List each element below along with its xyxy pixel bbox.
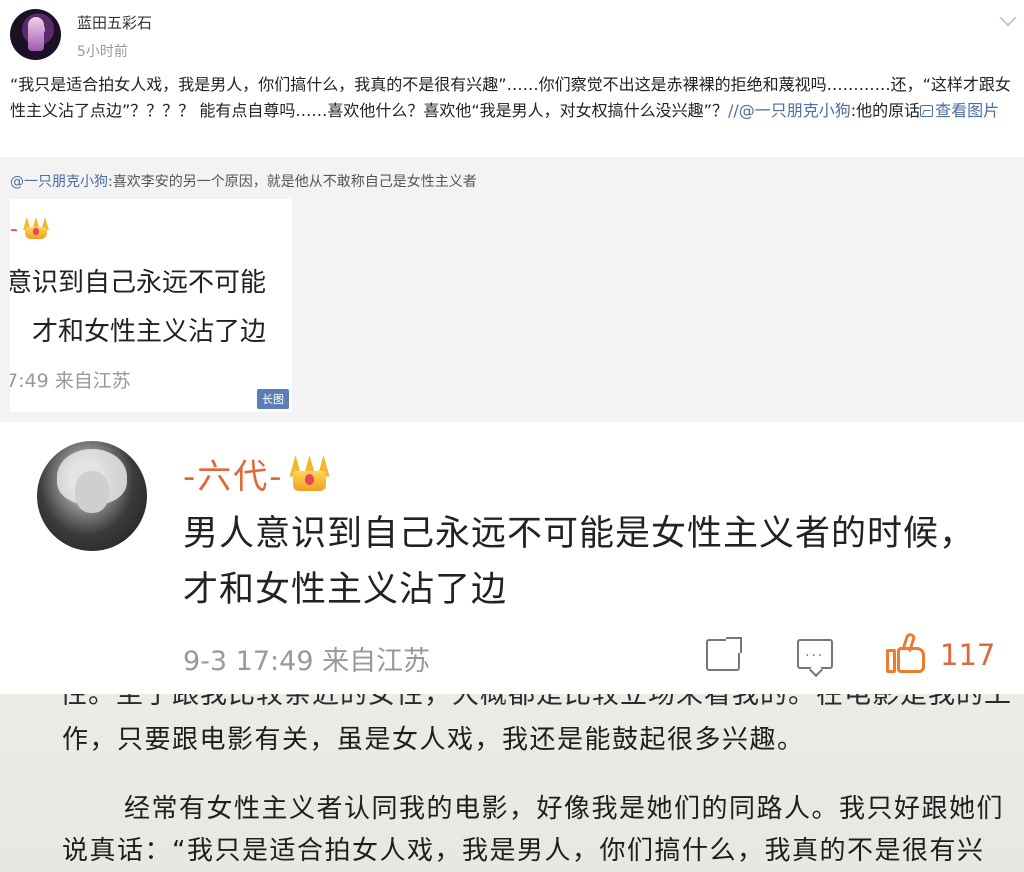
mention-link[interactable]: //@一只朋克小狗: [728, 101, 851, 120]
share-icon[interactable]: [706, 637, 742, 671]
crown-icon: [289, 455, 330, 491]
commenter-avatar[interactable]: [37, 441, 147, 551]
chevron-down-icon[interactable]: [999, 9, 1017, 27]
long-image-badge: 长图: [257, 389, 289, 409]
post-body: “我只是适合拍女人戏，我是男人，你们搞什么，我真的不是很有兴趣”……你们察觉不出…: [10, 72, 1015, 124]
repost-block[interactable]: @一只朋克小狗:喜欢李安的另一个原因，就是他从不敢称自己是女性主义者 - 意识到…: [0, 157, 1024, 422]
long-image-username: -: [10, 217, 49, 242]
view-image-label: 查看图片: [935, 101, 1000, 120]
book-line: 性。至于跟我比较亲近的女性，大概都是比较立场来看我的。在电影是我的工: [60, 694, 1012, 710]
post-text-tail: :他的原话: [850, 101, 921, 120]
comment-text: 男人意识到自己永远不可能是女性主义者的时候，才和女性主义沾了边: [183, 514, 976, 610]
comment-meta: 9-3 17:49 来自江苏: [183, 646, 431, 677]
user-avatar[interactable]: [10, 9, 61, 60]
comment-icon[interactable]: ···: [797, 639, 833, 669]
book-line: 作，只要跟电影有关，虽是女人戏，我还是能鼓起很多兴趣。: [62, 725, 805, 755]
weibo-post: 蓝田五彩石 5小时前 “我只是适合拍女人戏，我是男人，你们搞什么，我真的不是很有…: [0, 0, 1024, 157]
username[interactable]: 蓝田五彩石: [77, 12, 152, 33]
picture-icon: [920, 105, 934, 117]
long-image-line: 才和女性主义沾了边: [32, 317, 267, 347]
book-line: 说真话：“我只是适合拍女人戏，我是男人，你们搞什么，我真的不是很有兴: [62, 836, 985, 866]
post-time: 5小时前: [77, 44, 128, 60]
view-image-link[interactable]: 查看图片: [920, 101, 999, 120]
comment-card: -六代- 男人意识到自己永远不可能是女性主义者的时候，才和女性主义沾了边 9-3…: [0, 422, 1024, 694]
crown-icon: [22, 217, 49, 239]
like-icon[interactable]: [884, 631, 928, 675]
long-image-meta: 7:49 来自江苏: [10, 370, 131, 392]
book-page-photo: 性。至于跟我比较亲近的女性，大概都是比较立场来看我的。在电影是我的工 作，只要跟…: [0, 694, 1024, 872]
repost-mention-link[interactable]: @一只朋克小狗: [10, 174, 108, 190]
like-count: 117: [940, 638, 996, 672]
long-image-line: 意识到自己永远不可能: [10, 268, 267, 298]
commenter-name[interactable]: -六代-: [183, 449, 330, 498]
book-line: 经常有女性主义者认同我的电影，好像我是她们的同路人。我只好跟她们: [124, 794, 1005, 824]
repost-text: @一只朋克小狗:喜欢李安的另一个原因，就是他从不敢称自己是女性主义者: [10, 171, 477, 191]
repost-body: :喜欢李安的另一个原因，就是他从不敢称自己是女性主义者: [108, 174, 477, 190]
long-image-thumbnail[interactable]: - 意识到自己永远不可能 才和女性主义沾了边 7:49 来自江苏: [10, 199, 292, 412]
